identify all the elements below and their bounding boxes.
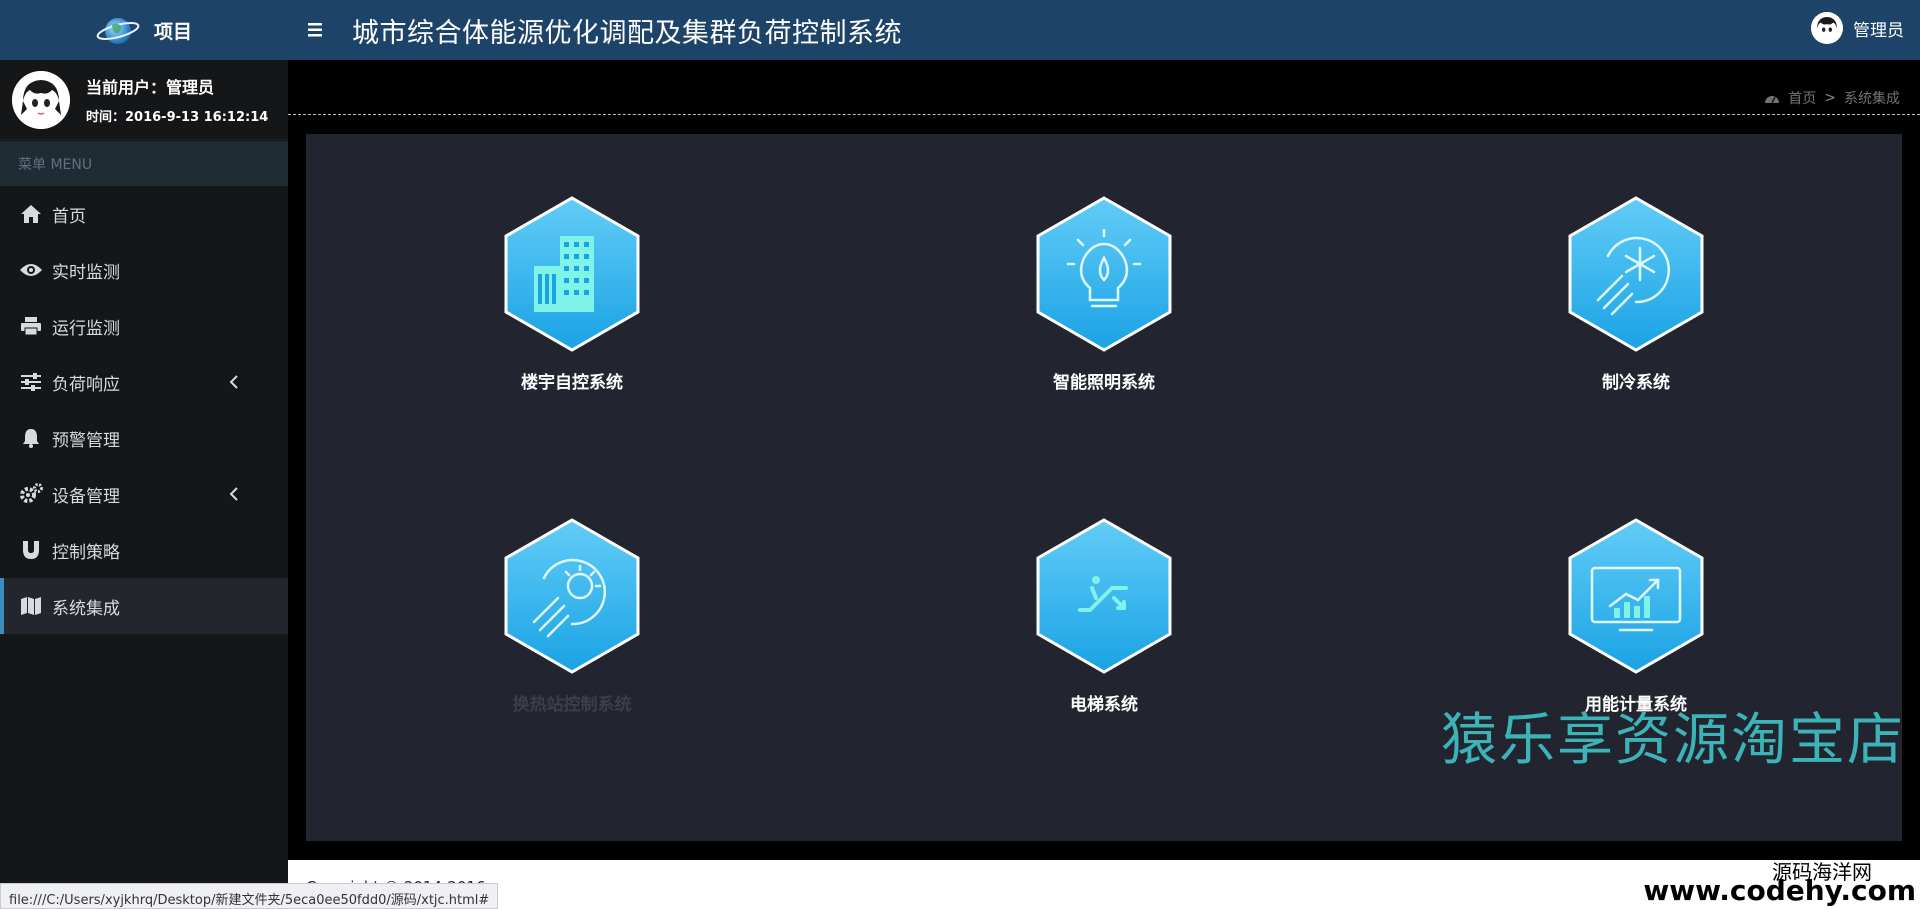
site-url-watermark: www.codehy.com: [1643, 874, 1916, 907]
sidebar-item-system-integration[interactable]: 系统集成: [0, 578, 288, 634]
dashboard-icon: [1765, 96, 1780, 104]
top-header: 城市综合体能源优化调配及集群负荷控制系统 管理员: [288, 0, 1920, 60]
tile-energy-metering[interactable]: 用能计量系统: [1516, 518, 1756, 715]
globe-logo-icon: [96, 18, 140, 44]
brand[interactable]: 项目: [0, 0, 288, 60]
escalator-icon: [1036, 518, 1172, 674]
tile-smart-lighting[interactable]: 智能照明系统: [984, 196, 1224, 393]
bell-icon: [18, 427, 44, 449]
sidebar-item-alert-management[interactable]: 预警管理: [0, 410, 288, 466]
eye-icon: [18, 259, 44, 281]
current-time: 时间：2016-9-13 16:12:14: [86, 110, 269, 125]
tile-building-automation[interactable]: 楼宇自控系统: [452, 196, 692, 393]
sliders-icon: [18, 371, 44, 393]
breadcrumb-current: 系统集成: [1844, 91, 1900, 107]
breadcrumb: 首页 > 系统集成: [1764, 88, 1900, 108]
menu-header: 菜单 MENU: [0, 141, 288, 186]
avatar[interactable]: [1811, 12, 1843, 44]
tile-label: 楼宇自控系统: [521, 373, 623, 393]
tile-heat-exchange-station[interactable]: 换热站控制系统: [452, 518, 692, 715]
monitor-chart-icon: [1568, 518, 1704, 674]
sidebar-item-operation-monitor[interactable]: 运行监测: [0, 298, 288, 354]
user-menu[interactable]: 管理员: [1811, 12, 1904, 44]
menu-toggle-icon[interactable]: [306, 20, 330, 40]
sidebar-menu: 首页 实时监测 运行监测 负荷响应 预警管理 设备管理 控制策略 系统集成: [0, 186, 288, 634]
current-user-label: 当前用户：管理员: [86, 78, 215, 97]
breadcrumb-home[interactable]: 首页: [1788, 88, 1816, 108]
sidebar-item-control-strategy[interactable]: 控制策略: [0, 522, 288, 578]
sidebar-item-home[interactable]: 首页: [0, 186, 288, 242]
building-icon: [504, 196, 640, 352]
user-panel: 当前用户：管理员 时间：2016-9-13 16:12:14: [0, 60, 288, 140]
sidebar-item-label: 运行监测: [52, 318, 120, 339]
page-title: 城市综合体能源优化调配及集群负荷控制系统: [352, 17, 902, 49]
brand-title: 项目: [153, 20, 192, 43]
gears-icon: [18, 483, 44, 505]
browser-status-bar: file:///C:/Users/xyjkhrq/Desktop/新建文件夹/5…: [0, 883, 499, 909]
sidebar-item-label: 负荷响应: [52, 374, 120, 395]
avatar[interactable]: [12, 70, 70, 129]
sidebar-item-device-management[interactable]: 设备管理: [0, 466, 288, 522]
breadcrumb-separator: >: [1824, 90, 1836, 106]
sidebar-item-label: 实时监测: [52, 262, 120, 283]
divider: [288, 114, 1920, 115]
print-icon: [18, 315, 44, 337]
tile-label: 电梯系统: [1070, 695, 1138, 715]
top-user-label[interactable]: 管理员: [1853, 16, 1904, 41]
snowflake-icon: [1568, 196, 1704, 352]
tile-label: 换热站控制系统: [512, 695, 632, 715]
chevron-left-icon[interactable]: [224, 372, 244, 392]
sidebar-item-label: 控制策略: [52, 542, 120, 563]
magnet-icon: [18, 539, 44, 561]
home-icon: [18, 203, 44, 225]
tile-elevator[interactable]: 电梯系统: [984, 518, 1224, 715]
sidebar-item-realtime-monitor[interactable]: 实时监测: [0, 242, 288, 298]
lightbulb-icon: [1036, 196, 1172, 352]
sidebar-item-label: 首页: [52, 206, 86, 227]
sidebar-item-load-response[interactable]: 负荷响应: [0, 354, 288, 410]
map-icon: [18, 595, 44, 617]
chevron-left-icon[interactable]: [224, 484, 244, 504]
shop-watermark: 猿乐享资源淘宝店: [1441, 708, 1905, 773]
sidebar-item-label: 系统集成: [52, 598, 120, 619]
tile-refrigeration[interactable]: 制冷系统: [1516, 196, 1756, 393]
sidebar-item-label: 设备管理: [52, 486, 120, 507]
tile-label: 制冷系统: [1602, 373, 1670, 393]
tile-label: 智能照明系统: [1053, 373, 1155, 393]
sidebar-item-label: 预警管理: [52, 430, 120, 451]
heat-exchange-icon: [504, 518, 640, 674]
sidebar: 项目 当前用户：管理员 时间：2016-9-13 16:12:14 菜单 MEN…: [0, 0, 288, 909]
